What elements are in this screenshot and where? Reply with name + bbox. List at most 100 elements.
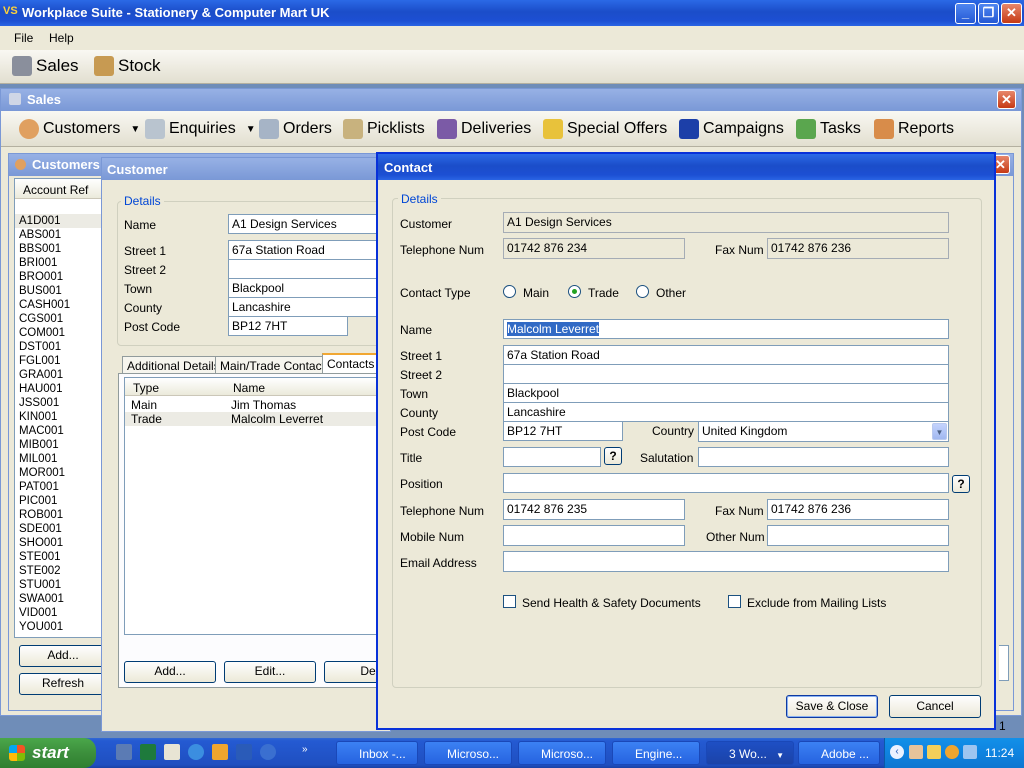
customers-refresh-button[interactable]: Refresh <box>19 673 107 695</box>
toolbar-campaigns[interactable]: Campaigns <box>679 119 784 139</box>
list-item[interactable]: STE002 <box>15 564 101 578</box>
tab-main-trade-contact[interactable]: Main/Trade Contact <box>215 356 330 374</box>
quick-launch-chevron-icon[interactable]: » <box>302 744 308 755</box>
list-item[interactable]: ROB001 <box>15 508 101 522</box>
contact-type-trade-option[interactable]: Trade <box>568 285 628 300</box>
list-item[interactable]: MIL001 <box>15 452 101 466</box>
contact-fax-field[interactable]: 01742 876 236 <box>767 499 949 520</box>
toolbar-stock[interactable]: Stock <box>94 56 161 76</box>
list-item[interactable]: MAC001 <box>15 424 101 438</box>
desktop-icon[interactable] <box>116 744 132 760</box>
customer-county-field[interactable]: Lancashire <box>228 297 390 317</box>
position-help-button[interactable]: ? <box>952 475 970 493</box>
exclude-mailing-option[interactable]: Exclude from Mailing Lists <box>728 595 928 610</box>
list-item[interactable]: BUS001 <box>15 284 101 298</box>
outlook-icon[interactable] <box>212 744 228 760</box>
list-item[interactable]: SHO001 <box>15 536 101 550</box>
task-microsoft-1[interactable]: Microso... <box>424 741 512 765</box>
list-item[interactable]: MIB001 <box>15 438 101 452</box>
clock[interactable]: 11:24 <box>985 746 1014 760</box>
contact-type-other-option[interactable]: Other <box>636 285 696 300</box>
contact-titlebar[interactable]: Contact <box>378 154 994 180</box>
contact-type-main-option[interactable]: Main <box>503 285 563 300</box>
app-icon[interactable] <box>260 744 276 760</box>
menu-file[interactable]: File <box>14 31 33 45</box>
customer-name-field[interactable]: A1 Design Services <box>228 214 390 234</box>
list-item[interactable]: VID001 <box>15 606 101 620</box>
list-item[interactable]: JSS001 <box>15 396 101 410</box>
tab-contacts[interactable]: Contacts <box>322 353 380 374</box>
list-item[interactable]: FGL001 <box>15 354 101 368</box>
toolbar-sales[interactable]: Sales <box>12 56 79 76</box>
contact-county-field[interactable]: Lancashire <box>503 402 949 422</box>
start-button[interactable]: start <box>0 738 96 768</box>
customer-street1-field[interactable]: 67a Station Road <box>228 240 390 260</box>
contact-street2-field[interactable] <box>503 364 949 384</box>
customer-town-field[interactable]: Blackpool <box>228 278 390 298</box>
contacts-name-header[interactable]: Name <box>233 381 265 395</box>
list-item[interactable]: BRO001 <box>15 270 101 284</box>
list-item[interactable]: SDE001 <box>15 522 101 536</box>
contact-type-trade-radio[interactable] <box>568 285 581 298</box>
toolbar-deliveries[interactable]: Deliveries <box>437 119 531 139</box>
toolbar-customers[interactable]: Customers ▼ <box>19 119 140 139</box>
contact-row[interactable]: Main Jim Thomas <box>125 398 389 412</box>
list-item[interactable]: BRI001 <box>15 256 101 270</box>
contact-tel-field[interactable]: 01742 876 235 <box>503 499 685 520</box>
contacts-type-header[interactable]: Type <box>133 381 159 395</box>
list-item[interactable]: PIC001 <box>15 494 101 508</box>
close-button[interactable]: ✕ <box>1001 3 1022 24</box>
contacts-list[interactable]: Type Name Main Jim Thomas Trade Malcolm … <box>124 377 390 635</box>
contact-name-field[interactable]: Malcolm Leverret <box>503 319 949 339</box>
document-icon[interactable] <box>164 744 180 760</box>
chevron-down-icon[interactable]: ▼ <box>130 124 140 135</box>
list-item[interactable]: PAT001 <box>15 480 101 494</box>
toolbar-tasks[interactable]: Tasks <box>796 119 861 139</box>
list-item[interactable]: SWA001 <box>15 592 101 606</box>
menu-help[interactable]: Help <box>49 31 74 45</box>
list-item[interactable]: KIN001 <box>15 410 101 424</box>
cancel-button[interactable]: Cancel <box>889 695 981 718</box>
contacts-add-button[interactable]: Add... <box>124 661 216 683</box>
ie-icon[interactable] <box>188 744 204 760</box>
contact-mobile-field[interactable] <box>503 525 685 546</box>
exclude-mailing-checkbox[interactable] <box>728 595 741 608</box>
list-item[interactable]: BBS001 <box>15 242 101 256</box>
tray-expand-icon[interactable]: ‹ <box>890 745 904 759</box>
list-item[interactable]: DST001 <box>15 340 101 354</box>
customer-titlebar[interactable]: Customer <box>102 158 390 180</box>
country-select[interactable]: United Kingdom ▼ <box>698 421 949 442</box>
list-item[interactable]: COM001 <box>15 326 101 340</box>
account-ref-header[interactable]: Account Ref <box>15 179 101 199</box>
list-item[interactable]: HAU001 <box>15 382 101 396</box>
list-item[interactable]: STU001 <box>15 578 101 592</box>
health-safety-checkbox[interactable] <box>503 595 516 608</box>
contact-title-field[interactable] <box>503 447 601 467</box>
toolbar-reports[interactable]: Reports <box>874 119 954 139</box>
contact-other-num-field[interactable] <box>767 525 949 546</box>
health-safety-option[interactable]: Send Health & Safety Documents <box>503 595 703 610</box>
contact-street1-field[interactable]: 67a Station Road <box>503 345 949 365</box>
list-item[interactable]: MOR001 <box>15 466 101 480</box>
contact-type-other-radio[interactable] <box>636 285 649 298</box>
chevron-down-icon[interactable]: ▼ <box>932 423 947 440</box>
customer-street2-field[interactable] <box>228 259 390 279</box>
account-list[interactable]: Account Ref A1D001 ABS001 BBS001 BRI001 BRO0… <box>14 178 102 638</box>
restore-button[interactable]: ❐ <box>978 3 999 24</box>
app-titlebar[interactable]: VS Workplace Suite - Stationery & Comput… <box>0 0 1024 26</box>
customer-postcode-field[interactable]: BP12 7HT <box>228 316 348 336</box>
toolbar-picklists[interactable]: Picklists <box>343 119 425 139</box>
contact-email-field[interactable] <box>503 551 949 572</box>
toolbar-enquiries[interactable]: Enquiries ▼ <box>145 119 256 139</box>
tray-user-icon[interactable] <box>909 745 923 759</box>
title-help-button[interactable]: ? <box>604 447 622 465</box>
tray-alarm-icon[interactable] <box>945 745 959 759</box>
sales-close-button[interactable]: ✕ <box>997 90 1016 109</box>
task-engine[interactable]: Engine... <box>612 741 700 765</box>
minimize-button[interactable]: _ <box>955 3 976 24</box>
customers-add-button[interactable]: Add... <box>19 645 107 667</box>
contact-position-field[interactable] <box>503 473 949 493</box>
contact-town-field[interactable]: Blackpool <box>503 383 949 403</box>
list-item[interactable]: YOU001 <box>15 620 101 634</box>
list-item[interactable]: CASH001 <box>15 298 101 312</box>
